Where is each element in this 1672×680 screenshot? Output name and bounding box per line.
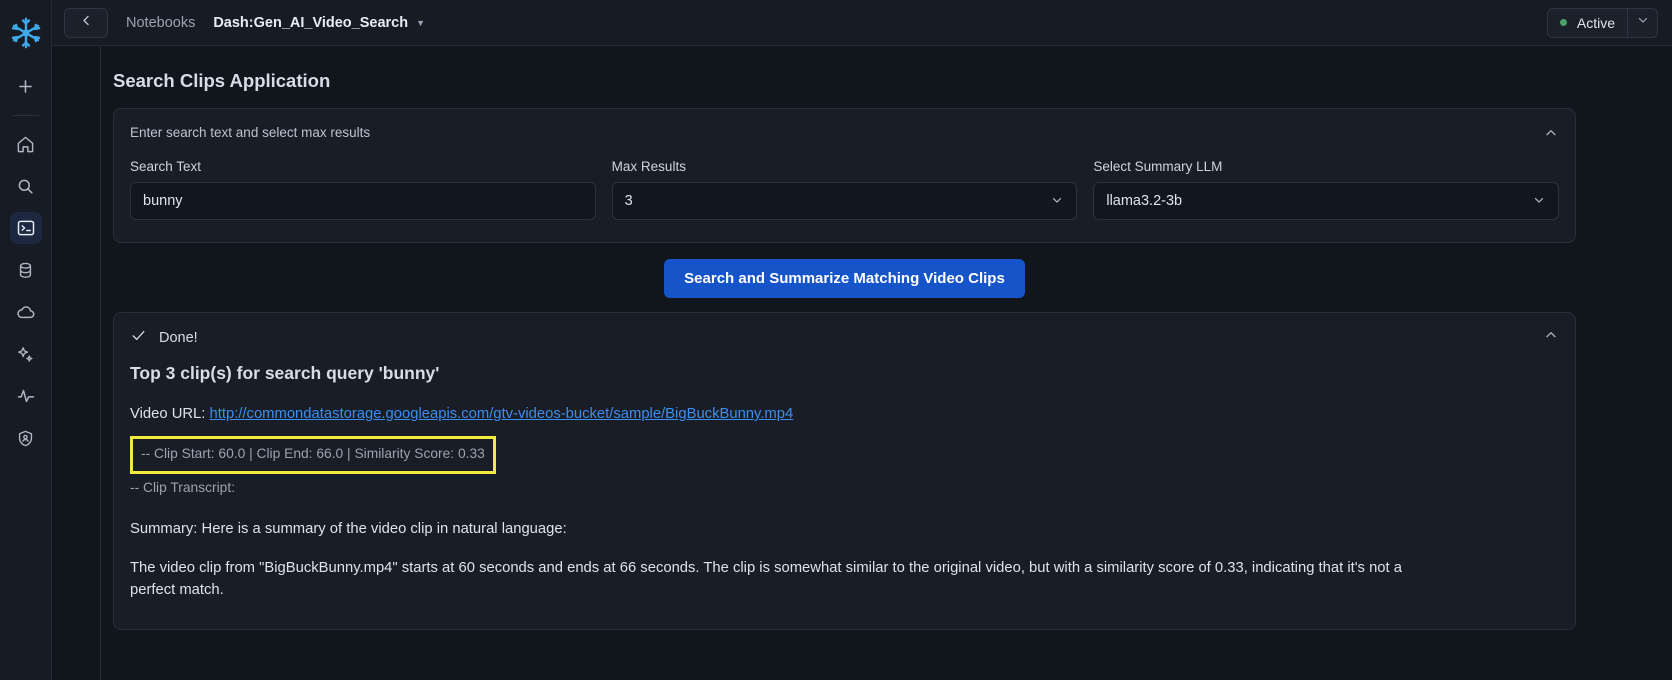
sparkle-icon xyxy=(16,345,35,364)
summary-llm-field: Select Summary LLM llama3.2-3b xyxy=(1093,159,1559,220)
cloud-icon xyxy=(16,302,36,322)
summary-llm-label: Select Summary LLM xyxy=(1093,159,1559,174)
rail-divider xyxy=(13,115,39,116)
ai-ml-button[interactable] xyxy=(10,338,42,370)
results-heading: Top 3 clip(s) for search query 'bunny' xyxy=(130,363,1559,384)
search-form-row: Search Text bunny Max Results 3 xyxy=(114,145,1575,242)
search-and-summarize-button[interactable]: Search and Summarize Matching Video Clip… xyxy=(664,259,1025,298)
breadcrumb-dropdown-caret-icon[interactable]: ▼ xyxy=(416,18,425,28)
video-url-label: Video URL: xyxy=(130,406,205,422)
video-url-line: Video URL: http://commondatastorage.goog… xyxy=(130,406,1559,422)
max-results-label: Max Results xyxy=(612,159,1078,174)
results-status-label: Done! xyxy=(159,330,198,346)
chevron-up-icon xyxy=(1543,128,1559,145)
results-status: Done! xyxy=(130,327,198,349)
clip-meta-text: -- Clip Start: 60.0 | Clip End: 66.0 | S… xyxy=(141,446,485,461)
data-button[interactable] xyxy=(10,254,42,286)
max-results-value: 3 xyxy=(625,193,633,209)
projects-button[interactable] xyxy=(10,212,42,244)
home-icon xyxy=(16,135,35,154)
summary-intro: Summary: Here is a summary of the video … xyxy=(130,519,1430,540)
chevron-down-icon xyxy=(1636,13,1650,32)
chevron-down-icon xyxy=(1532,193,1546,210)
chevron-down-icon xyxy=(1050,193,1064,210)
results-body: Top 3 clip(s) for search query 'bunny' V… xyxy=(114,349,1575,629)
search-input[interactable]: bunny xyxy=(130,182,596,220)
search-form-header: Enter search text and select max results xyxy=(114,109,1575,145)
video-url-link[interactable]: http://commondatastorage.googleapis.com/… xyxy=(210,406,794,422)
results-panel-header: Done! xyxy=(114,313,1575,349)
max-results-select[interactable]: 3 xyxy=(612,182,1078,220)
create-new-button[interactable] xyxy=(10,70,42,102)
shield-user-icon xyxy=(16,429,35,448)
summary-body: The video clip from "BigBuckBunny.mp4" s… xyxy=(130,558,1430,601)
database-icon xyxy=(16,261,35,280)
summary-llm-value: llama3.2-3b xyxy=(1106,193,1182,209)
clip-meta-highlight: -- Clip Start: 60.0 | Clip End: 66.0 | S… xyxy=(130,436,496,474)
search-text-label: Search Text xyxy=(130,159,596,174)
snowflake-logo-icon[interactable] xyxy=(6,10,46,56)
app-root: Notebooks Dash:Gen_AI_Video_Search ▼ Act… xyxy=(0,0,1672,680)
monitoring-button[interactable] xyxy=(10,380,42,412)
search-icon xyxy=(16,177,35,196)
max-results-field: Max Results 3 xyxy=(612,159,1078,220)
search-form-collapse-button[interactable] xyxy=(1543,125,1559,145)
breadcrumb-current: Dash:Gen_AI_Video_Search xyxy=(213,15,408,31)
status-dot-icon xyxy=(1560,19,1567,26)
chevron-left-icon xyxy=(79,13,94,33)
submit-row: Search and Summarize Matching Video Clip… xyxy=(113,243,1576,312)
results-collapse-button[interactable] xyxy=(1543,327,1559,347)
clip-transcript-label: -- Clip Transcript: xyxy=(130,480,1559,495)
search-form-caption: Enter search text and select max results xyxy=(130,125,370,140)
search-button[interactable] xyxy=(10,170,42,202)
compute-button[interactable] xyxy=(10,296,42,328)
summary-llm-select[interactable]: llama3.2-3b xyxy=(1093,182,1559,220)
page-title: Search Clips Application xyxy=(113,70,1576,92)
results-panel: Done! Top 3 clip(s) for search query 'bu… xyxy=(113,312,1576,630)
activity-pulse-icon xyxy=(16,386,36,406)
left-icon-rail xyxy=(0,0,52,680)
plus-icon xyxy=(16,77,35,96)
notebook-app-content: Search Clips Application Enter search te… xyxy=(100,46,1672,680)
home-button[interactable] xyxy=(10,128,42,160)
main-column: Notebooks Dash:Gen_AI_Video_Search ▼ Act… xyxy=(52,0,1672,680)
status-badge[interactable]: Active xyxy=(1547,8,1658,38)
top-bar: Notebooks Dash:Gen_AI_Video_Search ▼ Act… xyxy=(52,0,1672,46)
terminal-icon xyxy=(16,218,36,238)
chevron-up-icon xyxy=(1543,330,1559,347)
search-form-panel: Enter search text and select max results… xyxy=(113,108,1576,243)
check-icon xyxy=(130,327,147,349)
status-badge-main[interactable]: Active xyxy=(1548,9,1627,37)
back-button[interactable] xyxy=(64,8,108,38)
search-text-field: Search Text bunny xyxy=(130,159,596,220)
status-badge-label: Active xyxy=(1577,15,1615,31)
status-dropdown-button[interactable] xyxy=(1627,9,1657,37)
streamlit-app: Search Clips Application Enter search te… xyxy=(101,46,1672,630)
admin-button[interactable] xyxy=(10,422,42,454)
breadcrumb-notebooks[interactable]: Notebooks xyxy=(126,15,195,31)
